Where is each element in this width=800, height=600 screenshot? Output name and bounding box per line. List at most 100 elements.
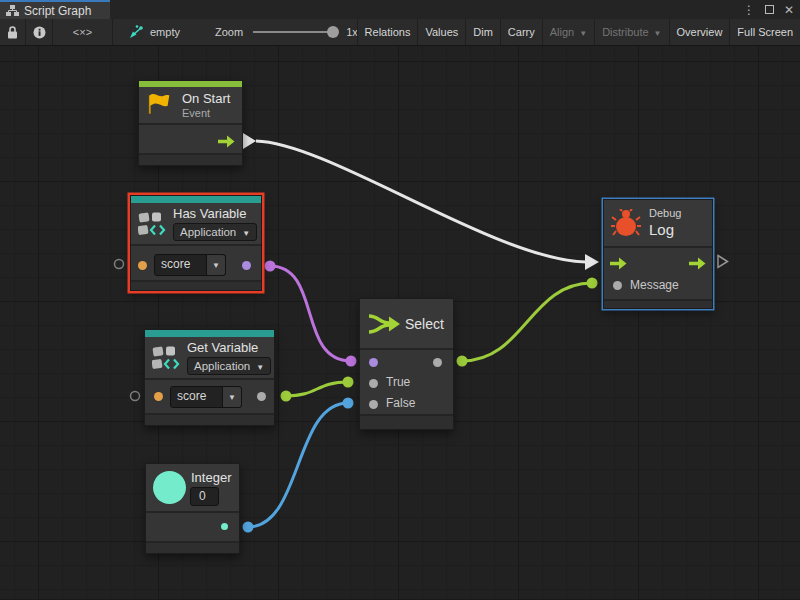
variables-icon	[152, 345, 180, 371]
exec-output-port[interactable]	[689, 257, 706, 270]
message-port-label: Message	[630, 278, 679, 292]
false-port-label: False	[386, 396, 415, 410]
scope-label: Application	[194, 360, 250, 372]
graph-canvas[interactable]: On Start Event Has Variable Appl	[0, 46, 800, 599]
exec-output-port[interactable]	[218, 135, 235, 148]
maximize-icon[interactable]	[765, 5, 774, 14]
variable-scope-dropdown[interactable]: Application ▼	[173, 223, 257, 241]
lock-button[interactable]	[0, 19, 26, 45]
node-title: Integer	[191, 470, 231, 485]
wire-dot[interactable]	[243, 522, 254, 533]
wire-start-arrow[interactable]	[243, 133, 256, 149]
unconnected-port[interactable]	[131, 392, 140, 401]
tab-script-graph[interactable]: Script Graph	[0, 0, 110, 19]
node-title: On Start	[182, 91, 230, 106]
chevron-down-icon: ▼	[256, 363, 264, 372]
node-category: Debug	[649, 207, 681, 219]
true-port-label: True	[386, 375, 410, 389]
false-input-port[interactable]	[369, 400, 378, 409]
node-title: Log	[649, 221, 674, 238]
result-output-port[interactable]	[242, 261, 251, 270]
wire-dot[interactable]	[346, 356, 357, 367]
variable-scope-dropdown[interactable]: Application ▼	[187, 357, 271, 375]
wire-dot[interactable]	[587, 278, 598, 289]
node-subtitle: Event	[182, 107, 210, 119]
distribute-button[interactable]: Distribute ▼	[594, 19, 668, 45]
wire-getvar-to-select[interactable]	[286, 382, 348, 396]
code-toggle-label: <×>	[73, 26, 92, 38]
variable-name-value: score	[155, 255, 206, 275]
info-icon	[33, 26, 46, 39]
chevron-down-icon: ▼	[654, 29, 662, 38]
chevron-down-icon: ▼	[579, 29, 587, 38]
variable-name-field[interactable]: score ▼	[154, 254, 226, 276]
zoom-slider-knob[interactable]	[327, 26, 339, 38]
code-toggle-button[interactable]: <×>	[53, 19, 113, 45]
wire-dot[interactable]	[281, 391, 292, 402]
distribute-label: Distribute	[602, 26, 648, 38]
bug-icon	[611, 209, 641, 237]
lock-icon	[7, 26, 18, 39]
name-input-port[interactable]	[154, 392, 163, 401]
dim-label: Dim	[473, 26, 493, 38]
carry-button[interactable]: Carry	[500, 19, 542, 45]
value-output-port[interactable]	[257, 392, 266, 401]
unconnected-port[interactable]	[115, 260, 124, 269]
window-tab-bar: Script Graph ⋮ ✕	[0, 0, 800, 19]
node-has-variable[interactable]: Has Variable Application ▼ score ▼	[130, 195, 262, 291]
node-get-variable[interactable]: Get Variable Application ▼ score ▼	[144, 329, 275, 426]
node-integer[interactable]: Integer 0	[145, 463, 240, 554]
node-select[interactable]: Select True False	[359, 298, 454, 430]
flag-icon	[146, 91, 172, 117]
wire-hasvar-to-select[interactable]	[270, 266, 351, 361]
relations-button[interactable]: Relations	[357, 19, 418, 45]
scope-label: Application	[180, 226, 236, 238]
message-input-port[interactable]	[613, 281, 622, 290]
chevron-down-icon: ▼	[242, 229, 250, 238]
graph-icon	[6, 5, 19, 16]
tab-title: Script Graph	[24, 4, 91, 18]
graph-toolbar: <×> empty Zoom 1x Relations Values Dim C…	[0, 19, 800, 46]
selector-input-port[interactable]	[369, 358, 378, 367]
selection-output-port[interactable]	[433, 358, 442, 367]
node-on-start[interactable]: On Start Event	[138, 80, 243, 166]
variable-color-bar	[145, 330, 274, 337]
empty-graph-icon	[128, 25, 144, 39]
info-button[interactable]	[26, 19, 53, 45]
select-icon	[368, 311, 401, 337]
wire-dot[interactable]	[265, 261, 276, 272]
dim-button[interactable]: Dim	[465, 19, 500, 45]
wire-dot[interactable]	[343, 377, 354, 388]
variable-name-dropdown[interactable]: ▼	[206, 255, 225, 275]
carry-label: Carry	[508, 26, 535, 38]
menu-icon[interactable]: ⋮	[743, 3, 755, 17]
values-label: Values	[425, 26, 458, 38]
variable-name-dropdown[interactable]: ▼	[222, 387, 241, 407]
empty-label: empty	[150, 26, 180, 38]
variable-name-field[interactable]: score ▼	[170, 386, 242, 408]
zoom-slider[interactable]	[253, 31, 337, 33]
true-input-port[interactable]	[369, 379, 378, 388]
wire-select-to-log[interactable]	[462, 283, 592, 361]
node-title: Has Variable	[173, 206, 246, 221]
wire-end-arrow[interactable]	[585, 254, 599, 270]
variable-name-value: score	[171, 387, 222, 407]
node-debug-log[interactable]: Debug Log Message	[603, 199, 713, 309]
integer-value: 0	[191, 488, 218, 505]
overview-button[interactable]: Overview	[669, 19, 730, 45]
node-title: Select	[405, 316, 444, 332]
unconnected-exec-port[interactable]	[718, 256, 728, 268]
wire-onstart-to-log[interactable]	[256, 141, 586, 262]
exec-input-port[interactable]	[610, 257, 627, 270]
integer-value-field[interactable]: 0	[190, 487, 219, 506]
fullscreen-button[interactable]: Full Screen	[729, 19, 800, 45]
wire-dot[interactable]	[457, 356, 468, 367]
wire-dot[interactable]	[343, 398, 354, 409]
close-icon[interactable]: ✕	[784, 3, 794, 17]
values-button[interactable]: Values	[417, 19, 465, 45]
align-button[interactable]: Align▼	[542, 19, 594, 45]
integer-output-port[interactable]	[221, 523, 228, 530]
overview-label: Overview	[677, 26, 723, 38]
integer-icon	[153, 471, 186, 504]
name-input-port[interactable]	[138, 261, 147, 270]
